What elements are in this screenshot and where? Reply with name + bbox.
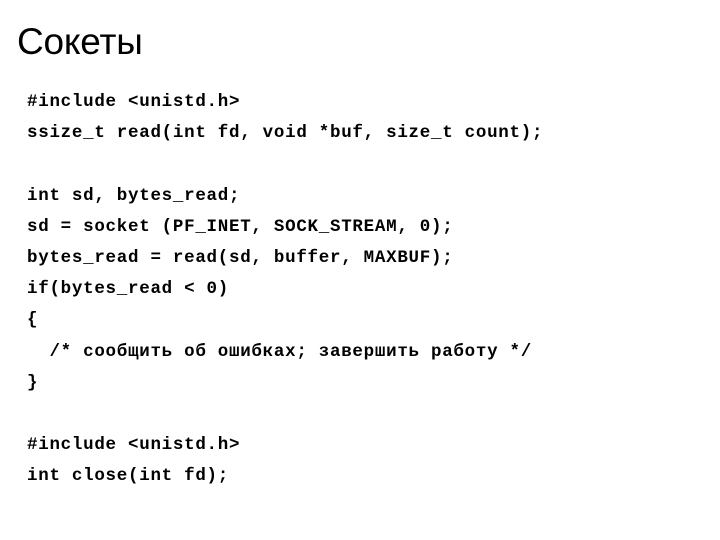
- code-line-comment: /* сообщить об ошибках; завершить работу…: [27, 341, 532, 362]
- code-line: if(bytes_read < 0): [27, 279, 229, 300]
- page-title: Сокеты: [17, 21, 143, 62]
- code-line: #include <unistd.h>: [27, 92, 241, 112]
- slide: Сокеты #include <unistd.h> ssize_t read(…: [0, 0, 720, 540]
- code-block: #include <unistd.h> ssize_t read(int fd,…: [27, 87, 697, 492]
- code-line: ssize_t read(int fd, void *buf, size_t c…: [27, 123, 544, 144]
- code-line: {: [27, 310, 39, 331]
- code-line: int close(int fd);: [27, 466, 229, 487]
- code-line: }: [27, 372, 39, 393]
- code-line: bytes_read = read(sd, buffer, MAXBUF);: [27, 247, 454, 268]
- code-line: int sd, bytes_read;: [27, 185, 241, 206]
- code-line: #include <unistd.h>: [27, 435, 241, 456]
- code-line: sd = socket (PF_INET, SOCK_STREAM, 0);: [27, 216, 454, 237]
